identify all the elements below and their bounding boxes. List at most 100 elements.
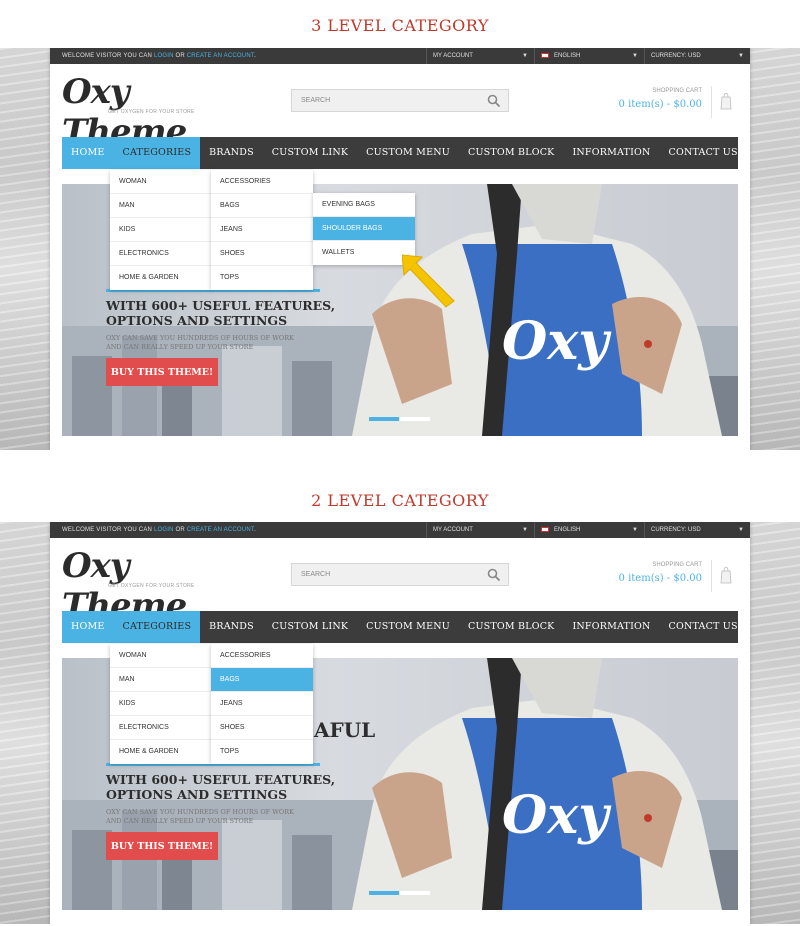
language-text: ENGLISH	[554, 527, 581, 534]
search-placeholder: SEARCH	[301, 97, 331, 104]
my-account-label: MY ACCOUNT	[433, 53, 473, 59]
slider-dot[interactable]	[400, 891, 430, 895]
category-woman[interactable]: WOMAN	[110, 644, 212, 668]
screenshot-2-level: WELCOME VISITOR YOU CAN LOGIN OR CREATE …	[0, 522, 800, 924]
slider-dot-active[interactable]	[369, 417, 399, 421]
search-input[interactable]: SEARCH	[291, 563, 509, 586]
hero-subtext-line2: AND CAN REALLY SPEED UP YOUR STORE	[106, 343, 254, 351]
shopping-cart[interactable]: SHOPPING CART 0 item(s) - $0.00	[610, 560, 750, 596]
nav-home[interactable]: HOME	[62, 137, 114, 169]
category-menu-level3: EVENING BAGS SHOULDER BAGS WALLETS	[313, 193, 415, 265]
period-text: .	[254, 527, 256, 533]
category-man[interactable]: MAN	[110, 668, 212, 692]
subcategory-accessories[interactable]: ACCESSORIES	[211, 644, 313, 668]
hero-subtext-line1: OXY CAN SAVE YOU HUNDREDS OF HOURS OF WO…	[106, 808, 294, 816]
cart-total: 0 item(s) - $0.00	[618, 573, 702, 584]
subcategory-bags[interactable]: BAGS	[211, 668, 313, 692]
caret-down-icon: ▼	[632, 527, 638, 533]
nav-custom-link[interactable]: CUSTOM LINK	[263, 137, 357, 169]
currency-label: CURRENCY: USD	[651, 527, 701, 533]
nav-custom-menu[interactable]: CUSTOM MENU	[357, 137, 459, 169]
topbar: WELCOME VISITOR YOU CAN LOGIN OR CREATE …	[50, 48, 750, 64]
language-label: ENGLISH	[541, 52, 581, 60]
slider-pagination	[369, 417, 431, 421]
subcategory-tops[interactable]: TOPS	[211, 740, 313, 764]
subcategory-jeans[interactable]: JEANS	[211, 218, 313, 242]
caret-down-icon: ▼	[738, 527, 744, 533]
nav-contact-us[interactable]: CONTACT US	[660, 611, 747, 643]
subcategory-accessories[interactable]: ACCESSORIES	[211, 170, 313, 194]
category-woman[interactable]: WOMAN	[110, 170, 212, 194]
search-icon[interactable]	[487, 94, 501, 108]
nav-custom-link[interactable]: CUSTOM LINK	[263, 611, 357, 643]
hero-headline-line2: OPTIONS AND SETTINGS	[106, 787, 288, 802]
create-account-link[interactable]: CREATE AN ACCOUNT	[187, 527, 254, 533]
category-electronics[interactable]: ELECTRONICS	[110, 242, 212, 266]
topbar: WELCOME VISITOR YOU CAN LOGIN OR CREATE …	[50, 522, 750, 538]
nav-custom-block[interactable]: CUSTOM BLOCK	[459, 137, 564, 169]
search-icon[interactable]	[487, 568, 501, 582]
subsubcategory-evening-bags[interactable]: EVENING BAGS	[313, 193, 415, 217]
search-placeholder: SEARCH	[301, 571, 331, 578]
login-link[interactable]: LOGIN	[154, 53, 174, 59]
caret-down-icon: ▼	[632, 53, 638, 59]
nav-information[interactable]: INFORMATION	[563, 137, 659, 169]
nav-categories[interactable]: CATEGORIES	[113, 611, 201, 643]
nav-brands[interactable]: BRANDS	[200, 137, 263, 169]
create-account-link[interactable]: CREATE AN ACCOUNT	[187, 53, 254, 59]
slider-pagination	[369, 891, 431, 895]
shopping-bag-icon	[720, 92, 732, 110]
buy-theme-button[interactable]: BUY THIS THEME!	[106, 358, 218, 386]
category-man[interactable]: MAN	[110, 194, 212, 218]
site-frame: WELCOME VISITOR YOU CAN LOGIN OR CREATE …	[50, 48, 750, 450]
site-frame: WELCOME VISITOR YOU CAN LOGIN OR CREATE …	[50, 522, 750, 924]
language-text: ENGLISH	[554, 53, 581, 60]
logo[interactable]: Oxy Theme. GET OXYGEN FOR YOUR STORE	[62, 546, 232, 626]
slider-dot[interactable]	[400, 417, 430, 421]
cart-separator	[711, 560, 712, 592]
category-electronics[interactable]: ELECTRONICS	[110, 716, 212, 740]
currency-dropdown[interactable]: CURRENCY: USD ▼	[644, 48, 750, 64]
buy-theme-button[interactable]: BUY THIS THEME!	[106, 832, 218, 860]
nav-home[interactable]: HOME	[62, 611, 114, 643]
language-dropdown[interactable]: ENGLISH ▼	[534, 48, 644, 64]
section-title-3-level: 3 LEVEL CATEGORY	[311, 16, 489, 35]
category-menu-level2: ACCESSORIES BAGS JEANS SHOES TOPS	[211, 170, 313, 290]
caret-down-icon: ▼	[522, 527, 528, 533]
category-home-garden[interactable]: HOME & GARDEN	[110, 266, 212, 290]
category-home-garden[interactable]: HOME & GARDEN	[110, 740, 212, 764]
welcome-text: WELCOME VISITOR YOU CAN	[62, 527, 154, 533]
nav-brands[interactable]: BRANDS	[200, 611, 263, 643]
hero-subtext-line1: OXY CAN SAVE YOU HUNDREDS OF HOURS OF WO…	[106, 334, 294, 342]
main-navigation: HOME CATEGORIES BRANDS CUSTOM LINK CUSTO…	[62, 611, 738, 643]
or-text: OR	[173, 53, 187, 59]
category-kids[interactable]: KIDS	[110, 218, 212, 242]
welcome-message: WELCOME VISITOR YOU CAN LOGIN OR CREATE …	[50, 527, 426, 533]
nav-custom-menu[interactable]: CUSTOM MENU	[357, 611, 459, 643]
or-text: OR	[173, 527, 187, 533]
nav-custom-block[interactable]: CUSTOM BLOCK	[459, 611, 564, 643]
nav-contact-us[interactable]: CONTACT US	[660, 137, 747, 169]
subcategory-bags[interactable]: BAGS	[211, 194, 313, 218]
hero-headline-line1: WITH 600+ USEFUL FEATURES,	[106, 772, 336, 787]
search-input[interactable]: SEARCH	[291, 89, 509, 112]
language-dropdown[interactable]: ENGLISH ▼	[534, 522, 644, 538]
my-account-dropdown[interactable]: MY ACCOUNT ▼	[426, 522, 534, 538]
shopping-cart[interactable]: SHOPPING CART 0 item(s) - $0.00	[610, 86, 750, 122]
language-label: ENGLISH	[541, 526, 581, 534]
subcategory-jeans[interactable]: JEANS	[211, 692, 313, 716]
category-kids[interactable]: KIDS	[110, 692, 212, 716]
my-account-dropdown[interactable]: MY ACCOUNT ▼	[426, 48, 534, 64]
subcategory-shoes[interactable]: SHOES	[211, 716, 313, 740]
slider-dot-active[interactable]	[369, 891, 399, 895]
nav-categories[interactable]: CATEGORIES	[113, 137, 201, 169]
nav-information[interactable]: INFORMATION	[563, 611, 659, 643]
currency-dropdown[interactable]: CURRENCY: USD ▼	[644, 522, 750, 538]
subcategory-shoes[interactable]: SHOES	[211, 242, 313, 266]
subsubcategory-wallets[interactable]: WALLETS	[313, 241, 415, 265]
subcategory-tops[interactable]: TOPS	[211, 266, 313, 290]
login-link[interactable]: LOGIN	[154, 527, 174, 533]
subsubcategory-shoulder-bags[interactable]: SHOULDER BAGS	[313, 217, 415, 241]
logo[interactable]: Oxy Theme. GET OXYGEN FOR YOUR STORE	[62, 72, 232, 152]
logo-tagline: GET OXYGEN FOR YOUR STORE	[108, 109, 195, 115]
